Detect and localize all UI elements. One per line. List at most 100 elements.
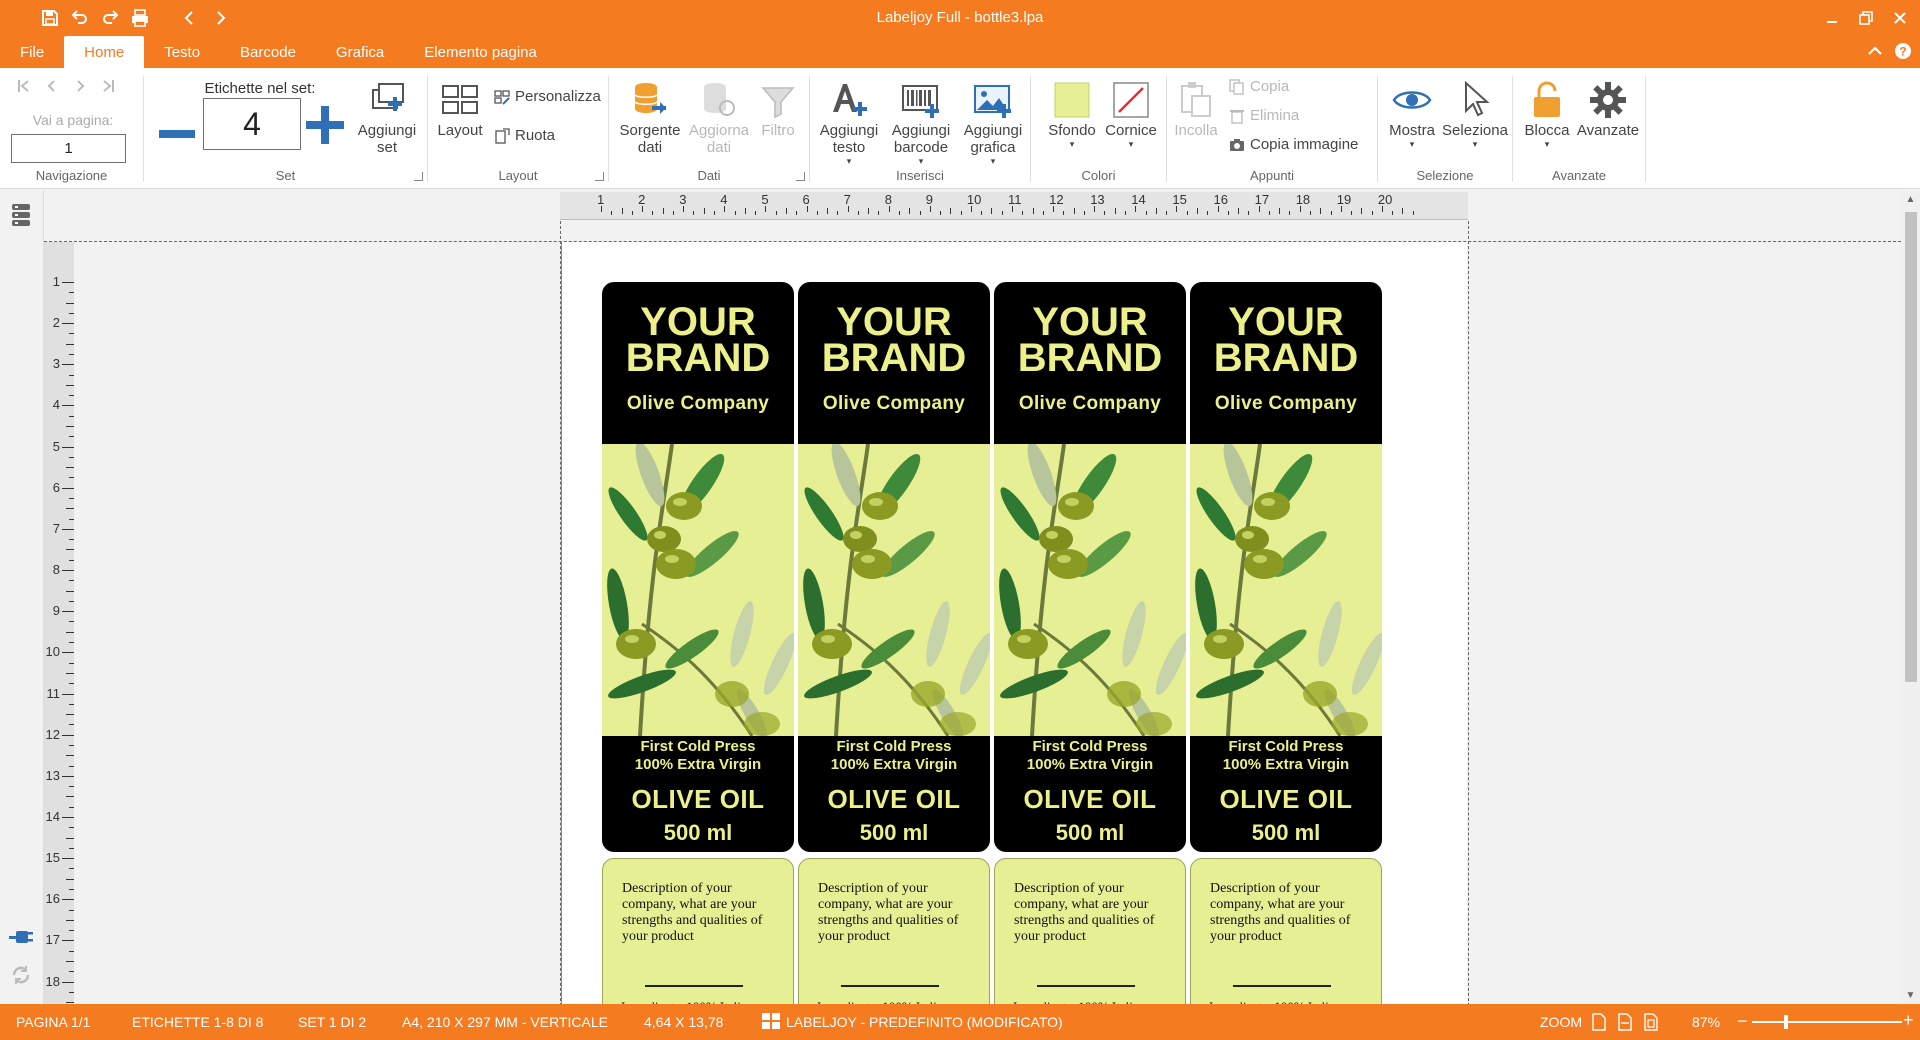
customize-button[interactable]: Personalizza <box>494 88 601 105</box>
group-advanced: Blocca ▾ Avanzate Avanzate <box>1513 68 1645 189</box>
labels-list-icon[interactable] <box>8 202 34 228</box>
collapse-ribbon-icon[interactable] <box>1866 42 1884 63</box>
group-navigation: Vai a pagina: 1 Navigazione <box>0 68 143 189</box>
description-label[interactable]: Description of your company, what are yo… <box>1190 858 1382 1004</box>
prev-page-icon[interactable] <box>44 78 60 97</box>
layout-button[interactable]: Layout <box>434 80 486 139</box>
close-icon[interactable] <box>1886 4 1914 32</box>
data-source-button[interactable]: Sorgente dati <box>619 80 681 156</box>
first-page-icon[interactable] <box>16 78 32 97</box>
group-insert: Aggiungi testo ▾ Aggiungi barcode ▾ Aggi… <box>810 68 1030 189</box>
left-sidebar <box>0 190 44 1004</box>
tab-grafica[interactable]: Grafica <box>316 36 404 68</box>
tab-testo[interactable]: Testo <box>144 36 220 68</box>
background-swatch <box>1052 80 1092 120</box>
label-footer: First Cold Press 100% Extra Virgin OLIVE O… <box>1190 736 1382 852</box>
group-selection: Mostra ▾ Seleziona ▾ Selezione <box>1378 68 1512 189</box>
zoom-fit-icon[interactable] <box>1644 1013 1658 1034</box>
tab-barcode[interactable]: Barcode <box>220 36 316 68</box>
tab-elemento-pagina[interactable]: Elemento pagina <box>404 36 557 68</box>
description-label[interactable]: Description of your company, what are yo… <box>602 858 794 1004</box>
add-text-button[interactable]: Aggiungi testo ▾ <box>816 80 882 166</box>
layout-icon <box>440 80 480 120</box>
zoom-slider-track[interactable] <box>1752 1021 1902 1023</box>
workspace[interactable]: 1 2 3 4 5 6 7 8 9 10 11 12 13 14 15 16 17 18 19 20 12345678… <box>44 190 1901 1004</box>
page-number-input[interactable]: 1 <box>11 134 126 163</box>
olive-branch-image <box>994 444 1186 736</box>
restore-icon[interactable] <box>1852 4 1880 32</box>
zoom-width-icon[interactable] <box>1618 1013 1632 1034</box>
zoom-page-icon[interactable] <box>1592 1013 1606 1034</box>
plugin-icon[interactable] <box>8 924 34 950</box>
frame-color-button[interactable]: Cornice ▾ <box>1103 80 1159 149</box>
show-button[interactable]: Mostra ▾ <box>1382 80 1442 149</box>
ruler-number: 1 <box>597 192 605 207</box>
scrollbar-thumb[interactable] <box>1905 212 1917 682</box>
refresh-data-button[interactable]: Aggiorna dati <box>687 80 751 156</box>
last-page-icon[interactable] <box>100 78 116 97</box>
refresh-data-label: Aggiorna dati <box>688 122 750 156</box>
ruler-number: 17 <box>1254 192 1270 207</box>
help-icon[interactable]: ? <box>1894 42 1912 63</box>
add-barcode-button[interactable]: Aggiungi barcode ▾ <box>886 80 956 166</box>
tab-file[interactable]: File <box>0 36 64 68</box>
labels-in-set-input[interactable]: 4 <box>203 98 301 150</box>
decrease-labels-button[interactable] <box>159 120 195 150</box>
description-text: Description of your company, what are yo… <box>1210 881 1351 944</box>
ruler-number: 13 <box>1090 192 1105 207</box>
tab-home[interactable]: Home <box>64 36 145 68</box>
advanced-button[interactable]: Avanzate <box>1575 80 1641 139</box>
sync-icon[interactable] <box>8 962 34 988</box>
frame-swatch <box>1111 80 1151 120</box>
ruler-number: 9 <box>925 192 934 207</box>
volume: 500 ml <box>1055 820 1125 845</box>
zoom-in-icon[interactable]: + <box>1903 1010 1914 1031</box>
copy-label: Copia <box>1250 78 1290 95</box>
volume: 500 ml <box>859 820 929 845</box>
frame-caret: ▾ <box>1128 139 1134 149</box>
copy-button[interactable]: Copia <box>1229 78 1289 95</box>
scroll-up-icon[interactable]: ▲ <box>1901 190 1920 208</box>
background-label: Sfondo <box>1048 122 1096 139</box>
ruler-number: 18 <box>45 973 60 989</box>
vertical-scrollbar[interactable]: ▲ ▼ <box>1901 190 1920 1004</box>
lock-caret: ▾ <box>1544 139 1550 149</box>
add-graphic-button[interactable]: Aggiungi grafica ▾ <box>958 80 1028 166</box>
menu-tabs-bar: File Home Testo Barcode Grafica Elemento… <box>0 36 1920 68</box>
zoom-out-icon[interactable]: − <box>1737 1011 1748 1032</box>
description-label[interactable]: Description of your company, what are yo… <box>994 858 1186 1004</box>
next-page-icon[interactable] <box>72 78 88 97</box>
ruler-number: 8 <box>884 192 892 207</box>
description-text: Description of your company, what are yo… <box>1014 881 1155 944</box>
copy-image-button[interactable]: Copia immagine <box>1229 136 1358 153</box>
window-controls <box>1818 4 1914 32</box>
description-label[interactable]: Description of your company, what are yo… <box>798 858 990 1004</box>
customize-icon <box>494 89 510 105</box>
filter-button[interactable]: Filtro <box>755 80 801 139</box>
zoom-slider-thumb[interactable] <box>1783 1015 1788 1029</box>
status-size: 4,64 X 13,78 <box>644 1014 724 1030</box>
ruler-number: 7 <box>843 192 851 207</box>
scroll-down-icon[interactable]: ▼ <box>1901 986 1920 1004</box>
filter-icon <box>758 80 798 120</box>
paste-button[interactable]: Incolla <box>1171 80 1221 139</box>
olive-branch-image <box>602 444 794 736</box>
background-color-button[interactable]: Sfondo ▾ <box>1045 80 1099 149</box>
ruler-number: 2 <box>52 315 60 331</box>
increase-labels-button[interactable] <box>306 106 344 144</box>
lock-button[interactable]: Blocca ▾ <box>1519 80 1575 149</box>
company-name: Olive Company <box>626 393 770 414</box>
rotate-button[interactable]: Ruota <box>494 127 555 144</box>
select-button[interactable]: Seleziona ▾ <box>1442 80 1508 149</box>
label-header: YOUR BRAND Olive Company <box>1190 282 1382 444</box>
product-name: OLIVE OIL <box>631 784 765 814</box>
group-layout: Layout Personalizza Ruota Layout <box>428 68 608 189</box>
add-set-label: Aggiungi set <box>357 122 417 156</box>
group-data: Sorgente dati Aggiorna dati Filtro Dati <box>609 68 809 189</box>
minimize-icon[interactable] <box>1818 4 1846 32</box>
group-label-insert: Inserisci <box>896 168 944 183</box>
delete-button[interactable]: Elimina <box>1229 107 1299 124</box>
ruler-number: 2 <box>638 192 646 207</box>
ruler-number: 16 <box>1213 192 1228 207</box>
add-set-button[interactable]: Aggiungi set <box>352 80 422 156</box>
